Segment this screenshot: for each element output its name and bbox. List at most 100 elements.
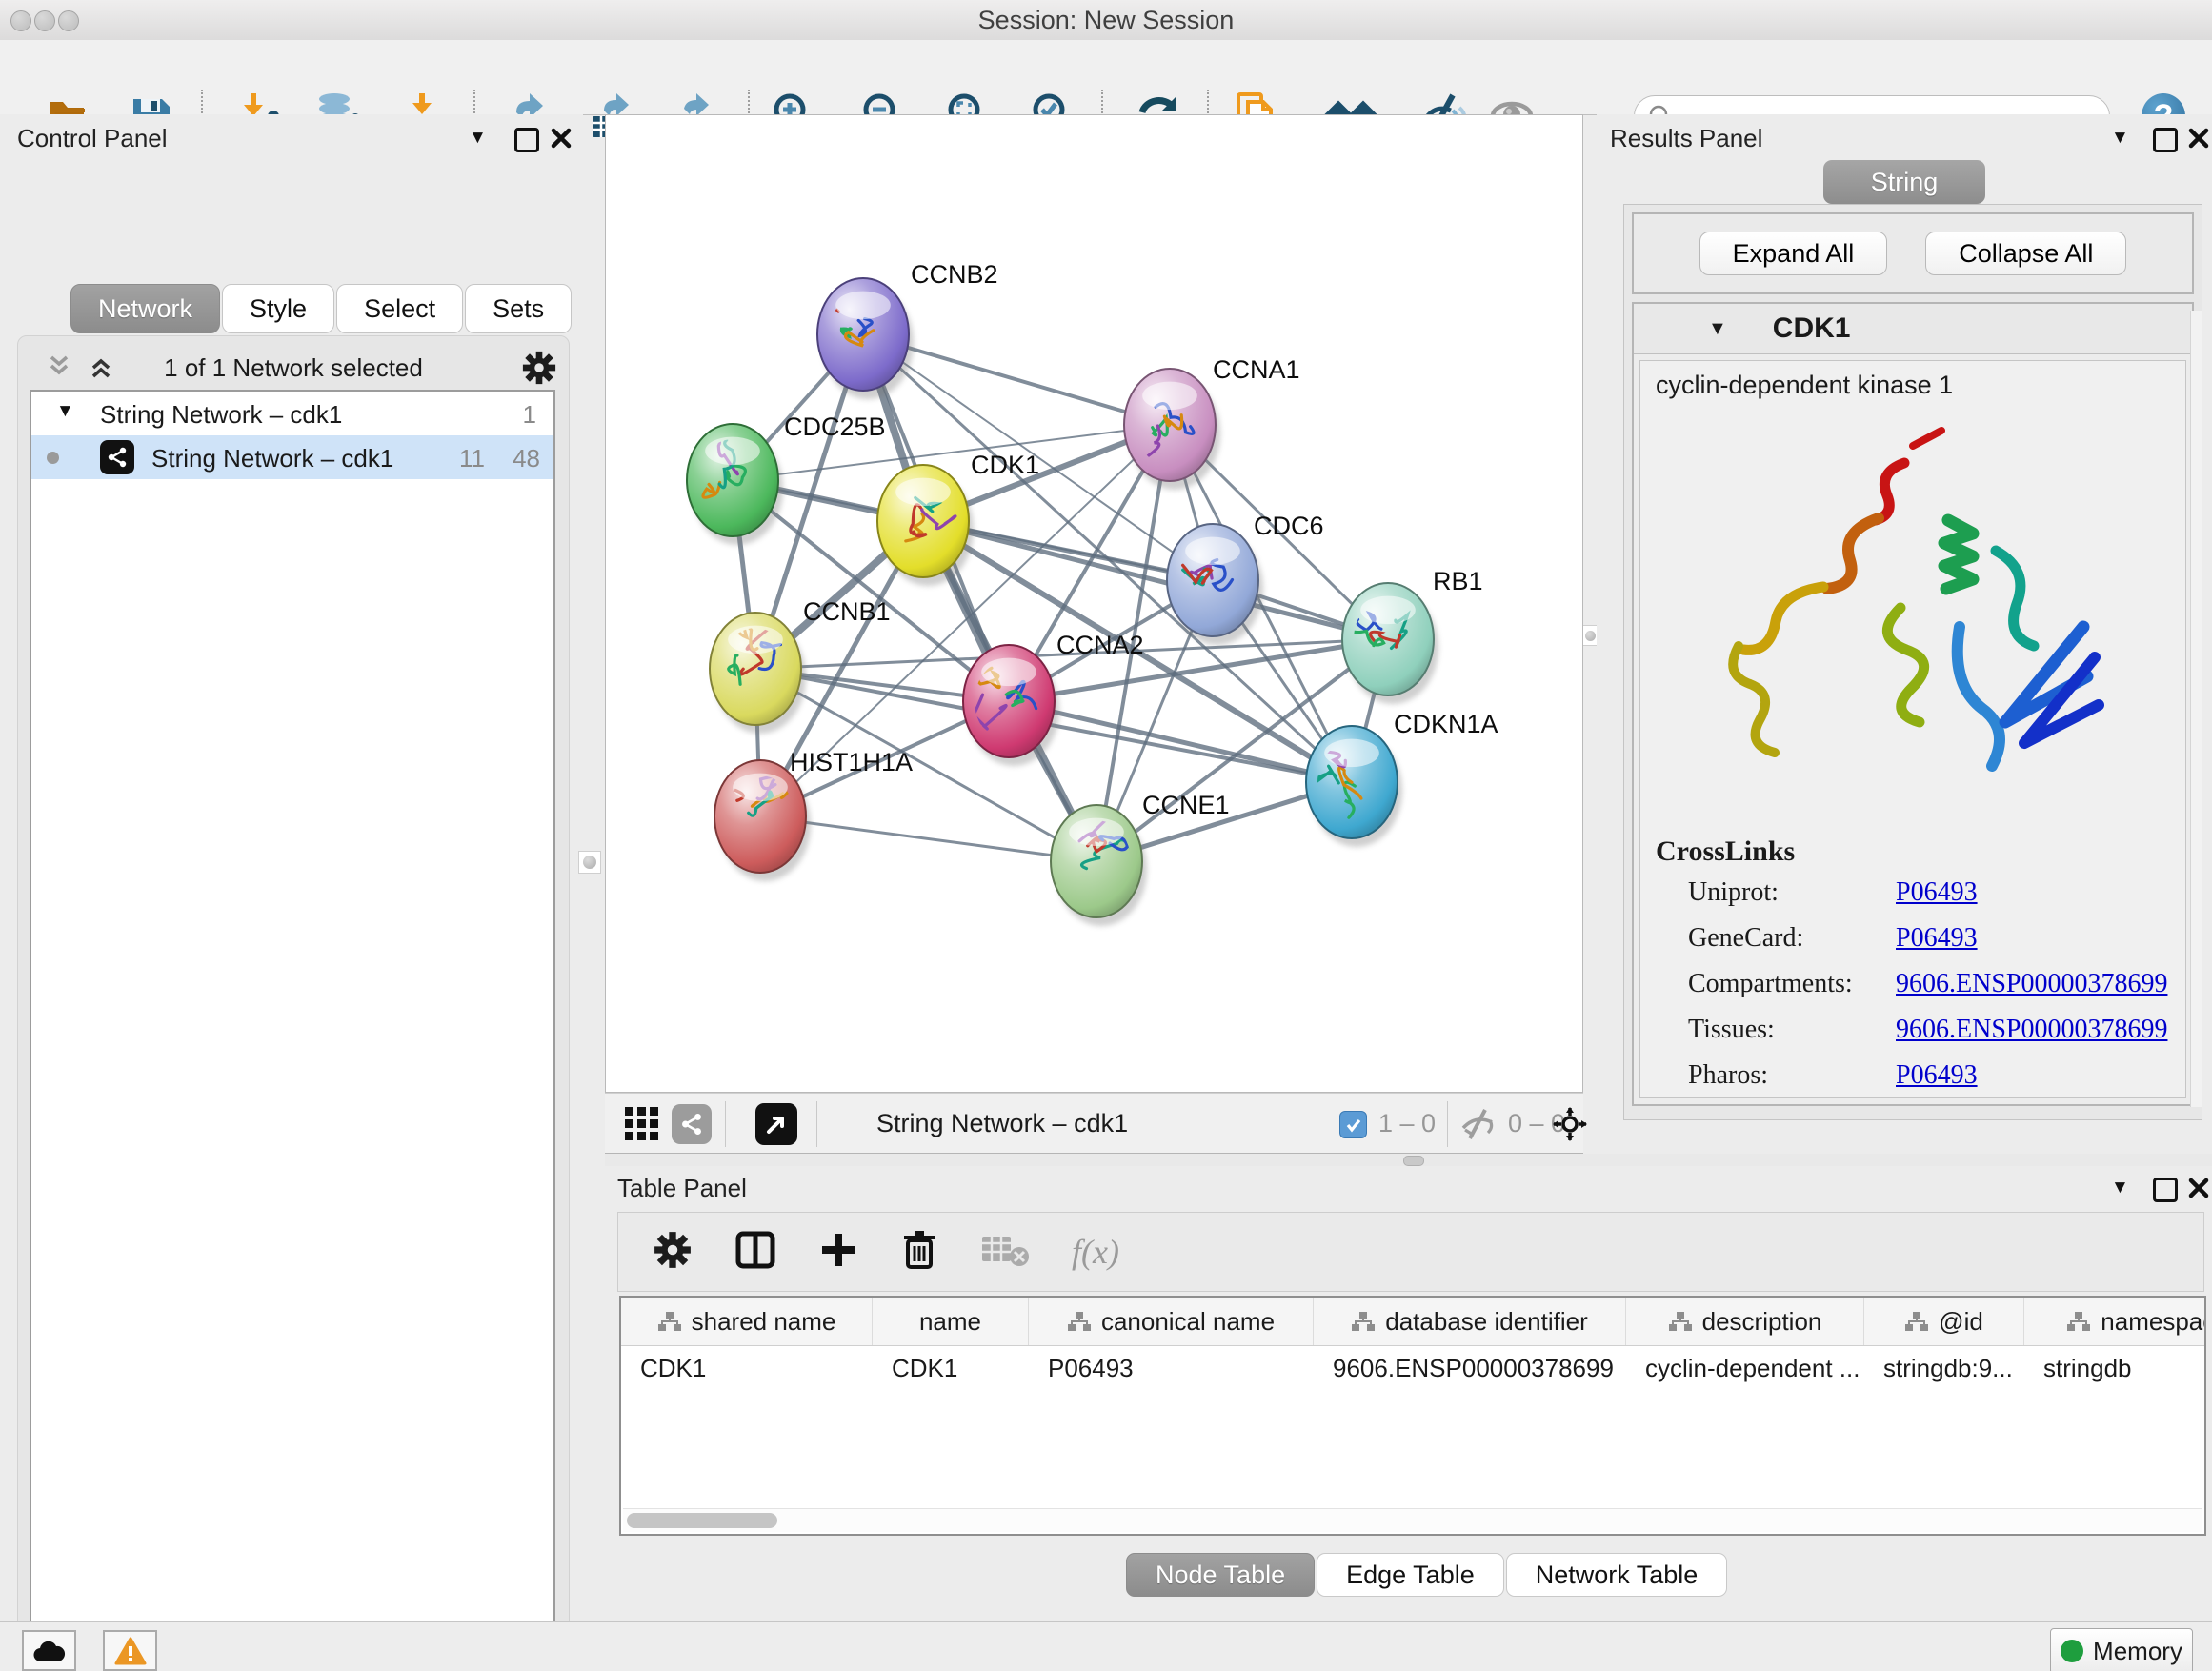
node-CCNE1[interactable] <box>1051 805 1147 926</box>
window-title: Session: New Session <box>0 0 2212 40</box>
warning-icon[interactable] <box>103 1630 157 1671</box>
float-panel-icon[interactable] <box>2153 128 2178 152</box>
node-detail-header[interactable]: ▼ CDK1 <box>1634 304 2192 354</box>
function-builder-icon[interactable]: f(x) <box>1072 1232 1119 1272</box>
tab-edge-table[interactable]: Edge Table <box>1317 1553 1504 1597</box>
node-label-CDC25B: CDC25B <box>784 413 886 441</box>
column-header-id[interactable]: @id <box>1864 1298 2024 1345</box>
results-scrollbar[interactable] <box>2190 311 2202 1107</box>
close-panel-icon[interactable] <box>2188 1178 2209 1198</box>
column-header-name[interactable]: name <box>873 1298 1029 1345</box>
float-panel-icon[interactable] <box>2153 1178 2178 1202</box>
vertical-splitter-handle[interactable] <box>578 851 601 874</box>
tab-node-table[interactable]: Node Table <box>1126 1553 1315 1597</box>
collection-label: String Network – cdk1 <box>100 400 342 430</box>
gene-description: cyclin-dependent kinase 1 <box>1656 371 2170 400</box>
node-label-CCNB1: CCNB1 <box>803 597 891 626</box>
table-horizontal-scrollbar[interactable] <box>623 1508 2202 1532</box>
column-type-icon <box>1904 1310 1929 1333</box>
crosslinks-list: Uniprot:P06493GeneCard:P06493Compartment… <box>1688 877 2170 1091</box>
navigate-crosshair-icon[interactable] <box>1553 1107 1587 1146</box>
network-overview-icon[interactable] <box>672 1104 712 1144</box>
node-RB1[interactable] <box>1342 583 1438 704</box>
table-cell[interactable]: stringdb:9... <box>1864 1346 2024 1390</box>
splitter-handle[interactable] <box>1403 1156 1424 1166</box>
panel-menu-icon[interactable]: ▼ <box>2111 128 2129 149</box>
hidden-eye-icon[interactable] <box>1458 1107 1497 1146</box>
crosslink-uniprot[interactable]: P06493 <box>1896 877 2170 908</box>
status-bar: Memory <box>0 1621 2212 1671</box>
add-column-icon[interactable] <box>818 1230 858 1275</box>
collapse-entry-icon[interactable]: ▼ <box>1708 318 1727 340</box>
gear-icon[interactable] <box>521 350 557 391</box>
node-CCNA2[interactable] <box>963 645 1059 766</box>
control-panel-title: Control Panel <box>17 124 168 153</box>
node-count: 11 <box>439 444 485 473</box>
delete-column-icon[interactable] <box>900 1229 938 1276</box>
scrollbar-thumb[interactable] <box>627 1513 777 1528</box>
node-CCNB1[interactable] <box>710 613 806 734</box>
column-header-sharedname[interactable]: shared name <box>621 1298 873 1345</box>
node-CCNA1[interactable] <box>1124 369 1220 490</box>
column-type-icon <box>1668 1310 1693 1333</box>
delete-table-icon[interactable] <box>980 1231 1030 1274</box>
tab-style[interactable]: Style <box>222 284 334 333</box>
table-cell[interactable]: 9606.ENSP00000378699 <box>1314 1346 1626 1390</box>
table-cell[interactable]: CDK1 <box>621 1346 873 1390</box>
close-panel-icon[interactable] <box>2188 128 2209 149</box>
panel-menu-icon[interactable]: ▼ <box>469 128 487 149</box>
node-table: shared namenamecanonical namedatabase id… <box>619 1296 2206 1536</box>
close-panel-icon[interactable] <box>551 128 572 149</box>
network-label: String Network – cdk1 <box>151 444 393 473</box>
column-header-namespace[interactable]: namespace <box>2024 1298 2206 1345</box>
collection-expand-icon[interactable]: ▼ <box>56 401 74 422</box>
table-settings-gear-icon[interactable] <box>653 1230 693 1275</box>
network-collection-row[interactable]: ▼ String Network – cdk1 1 <box>31 392 553 435</box>
node-CDKN1A[interactable] <box>1306 726 1402 847</box>
crosslink-pharos[interactable]: P06493 <box>1896 1060 2170 1091</box>
table-cell[interactable]: cyclin-dependent ... <box>1626 1346 1864 1390</box>
crosslink-compartments[interactable]: 9606.ENSP00000378699 <box>1896 969 2170 999</box>
tab-network[interactable]: Network <box>70 284 220 333</box>
cloud-icon[interactable] <box>22 1630 76 1671</box>
node-HIST1H1A[interactable] <box>714 760 811 881</box>
node-label-CDKN1A: CDKN1A <box>1394 710 1498 738</box>
select-columns-icon[interactable] <box>734 1230 776 1275</box>
edge-count: 48 <box>494 444 540 473</box>
table-cell[interactable]: CDK1 <box>873 1346 1029 1390</box>
node-label-CDC6: CDC6 <box>1254 512 1324 540</box>
table-row[interactable]: CDK1CDK1P064939606.ENSP00000378699cyclin… <box>621 1346 2204 1390</box>
tab-select[interactable]: Select <box>336 284 463 333</box>
tab-sets[interactable]: Sets <box>465 284 572 333</box>
network-canvas[interactable]: CCNB2CCNA1CDC25BCDK1CDC6RB1CCNB1CCNA2CDK… <box>605 114 1583 1093</box>
node-label-HIST1H1A: HIST1H1A <box>790 748 913 776</box>
network-row[interactable]: String Network – cdk1 11 48 <box>31 435 553 479</box>
node-CCNB2[interactable] <box>816 278 914 399</box>
tab-string[interactable]: String <box>1823 160 1985 204</box>
gene-name: CDK1 <box>1773 312 1851 345</box>
column-header-canonicalname[interactable]: canonical name <box>1029 1298 1314 1345</box>
table-cell[interactable]: P06493 <box>1029 1346 1314 1390</box>
collection-count: 1 <box>498 400 536 430</box>
crosslink-genecard[interactable]: P06493 <box>1896 923 2170 954</box>
edge-CCNA2-CDKN1A[interactable] <box>1009 701 1352 782</box>
horizontal-splitter[interactable] <box>605 1154 2212 1166</box>
grid-view-icon[interactable] <box>624 1106 660 1147</box>
results-panel: Results Panel ▼ String Expand All Collap… <box>1597 114 2212 1154</box>
network-list: ▼ String Network – cdk1 1 String Network… <box>30 390 555 1671</box>
open-in-window-icon[interactable] <box>755 1103 797 1145</box>
expand-all-button[interactable]: Expand All <box>1699 232 1888 275</box>
memory-button[interactable]: Memory <box>2050 1628 2193 1671</box>
column-header-description[interactable]: description <box>1626 1298 1864 1345</box>
crosslink-tissues[interactable]: 9606.ENSP00000378699 <box>1896 1015 2170 1045</box>
collapse-all-button[interactable]: Collapse All <box>1925 232 2126 275</box>
network-view-toolbar: String Network – cdk1 1 – 0 0 – 0 <box>605 1093 1583 1154</box>
node-label-CCNA1: CCNA1 <box>1213 355 1300 384</box>
table-cell[interactable]: stringdb <box>2024 1346 2206 1390</box>
panel-menu-icon[interactable]: ▼ <box>2111 1178 2129 1198</box>
float-panel-icon[interactable] <box>514 128 539 152</box>
selected-checkbox-icon[interactable] <box>1339 1111 1367 1138</box>
node-CDK1[interactable] <box>877 465 974 586</box>
column-header-databaseidentifier[interactable]: database identifier <box>1314 1298 1626 1345</box>
tab-network-table[interactable]: Network Table <box>1506 1553 1728 1597</box>
